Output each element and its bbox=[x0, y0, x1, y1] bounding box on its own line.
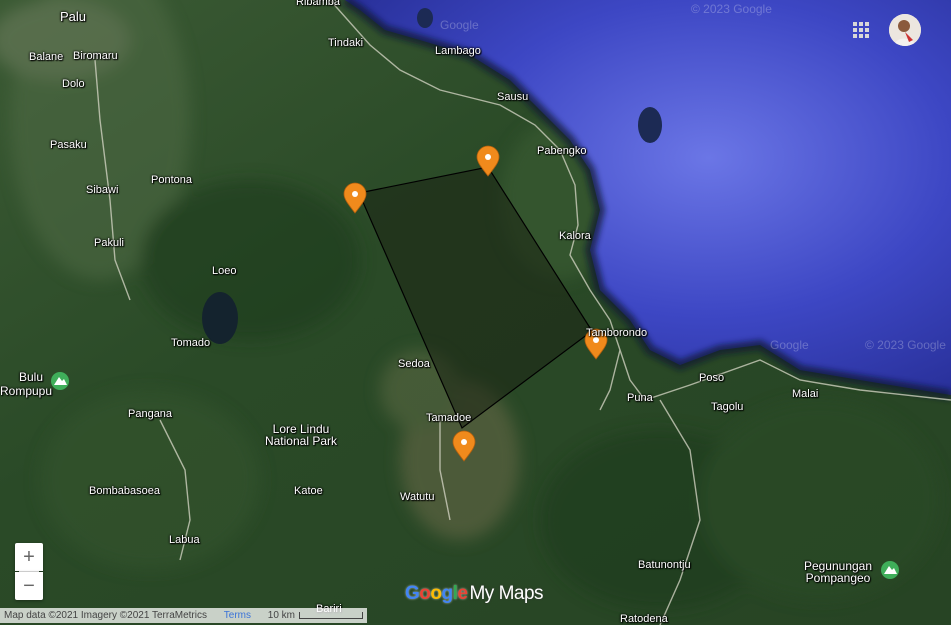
logo-letter: o bbox=[430, 583, 442, 604]
google-watermark: © 2023 Google bbox=[865, 338, 946, 352]
island bbox=[638, 107, 662, 143]
zoom-in-button[interactable]: + bbox=[15, 543, 43, 571]
logo-letter: G bbox=[405, 583, 420, 604]
scale-bar bbox=[299, 611, 364, 619]
place-label: Pasaku bbox=[50, 139, 87, 151]
place-label: Pakuli bbox=[94, 237, 124, 249]
google-watermark: Google bbox=[770, 338, 809, 352]
place-label: Tindaki bbox=[328, 37, 364, 49]
apps-grid-icon[interactable] bbox=[853, 22, 869, 38]
place-label: Sedoa bbox=[398, 358, 430, 370]
place-label: Kalora bbox=[559, 230, 591, 242]
mountain-range-label: Pegunungan Pompangeo bbox=[803, 559, 873, 585]
attribution-text: Map data ©2021 Imagery ©2021 TerraMetric… bbox=[4, 610, 207, 621]
place-label: Tamborondo bbox=[586, 327, 648, 339]
google-watermark: © 2023 Google bbox=[691, 2, 772, 16]
scale-label[interactable]: 10 km bbox=[268, 610, 295, 621]
mountain-icon bbox=[881, 561, 899, 579]
island bbox=[417, 8, 433, 28]
place-label: Katoe bbox=[294, 485, 323, 497]
place-label: Rompupu bbox=[0, 384, 53, 398]
place-label: Bulu bbox=[19, 370, 44, 384]
place-label: Batunontju bbox=[638, 559, 691, 571]
place-label: Tomado bbox=[171, 337, 211, 349]
place-label: Poso bbox=[699, 372, 725, 384]
logo-letter: g bbox=[441, 583, 454, 604]
place-label: Pabengko bbox=[537, 145, 587, 157]
place-label: Dolo bbox=[62, 78, 85, 90]
my-maps-logo-text: My Maps bbox=[469, 583, 544, 604]
terms-link[interactable]: Terms bbox=[224, 610, 251, 621]
avatar-image bbox=[889, 14, 921, 46]
place-label: Loeo bbox=[212, 265, 237, 277]
park-label: Lore Lindu National Park bbox=[264, 422, 338, 448]
place-label: Sausu bbox=[497, 91, 529, 103]
logo-letter: o bbox=[419, 583, 431, 604]
place-label: Bombabasoea bbox=[89, 485, 160, 497]
place-label: Tagolu bbox=[711, 401, 744, 413]
user-avatar[interactable] bbox=[889, 14, 921, 46]
satellite-map[interactable] bbox=[0, 0, 951, 625]
place-label: Malai bbox=[792, 388, 819, 400]
place-label: Pontona bbox=[151, 174, 192, 186]
place-label: Labua bbox=[169, 534, 200, 546]
google-logo-text: Google bbox=[405, 583, 468, 604]
place-label: Biromaru bbox=[73, 50, 118, 62]
logo-letter: e bbox=[457, 583, 468, 604]
place-label: Balane bbox=[29, 51, 64, 63]
place-label: Watutu bbox=[400, 491, 435, 503]
place-label: Lambago bbox=[435, 45, 481, 57]
place-label: Tamadoe bbox=[426, 412, 472, 424]
mountain-icon bbox=[51, 372, 69, 390]
place-label: Ribamba bbox=[296, 0, 341, 8]
zoom-out-button[interactable]: − bbox=[15, 572, 43, 600]
google-watermark: Google bbox=[440, 18, 479, 32]
map-attribution: Map data ©2021 Imagery ©2021 TerraMetric… bbox=[0, 608, 368, 623]
place-label: Sibawi bbox=[86, 184, 119, 196]
place-label: Puna bbox=[627, 392, 653, 404]
place-label: Pangana bbox=[128, 408, 173, 420]
place-label: Ratodena bbox=[620, 613, 668, 625]
google-my-maps-logo: Google My Maps bbox=[405, 583, 544, 605]
place-label: Palu bbox=[60, 9, 87, 24]
